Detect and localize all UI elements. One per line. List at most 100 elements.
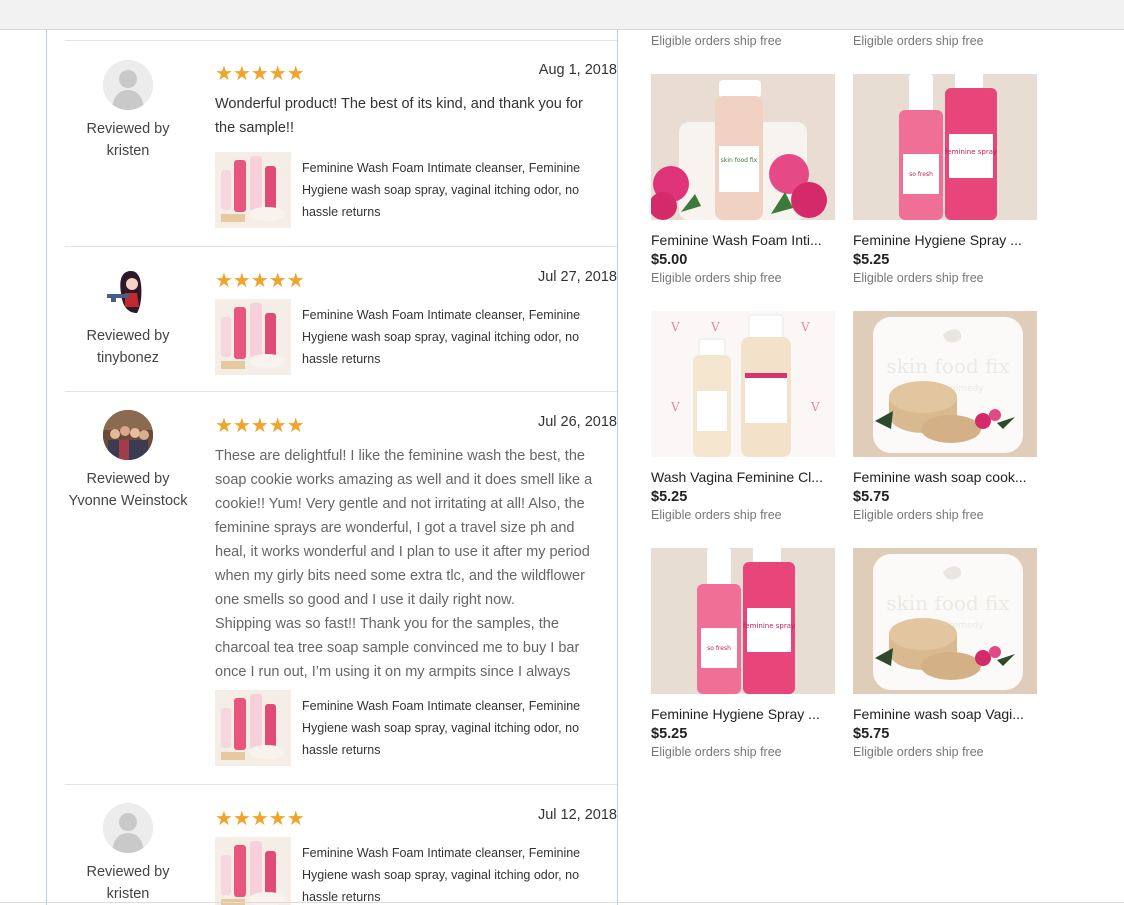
listing-thumbnail[interactable]: [215, 837, 291, 905]
product-image[interactable]: feminine spray so fresh: [651, 548, 835, 694]
review-date: Aug 1, 2018: [538, 62, 617, 78]
review-item: Reviewed by tinybonez ★★★★★ Jul 27, 2018…: [65, 247, 617, 392]
review-item: Reviewed by Yvonne Weinstock ★★★★★ Jul 2…: [65, 392, 617, 785]
review-text-line: These are delightful! I like the feminin…: [215, 448, 585, 464]
product-price: $5.75: [853, 726, 890, 742]
review-text-line: one smells so good and I use it daily ri…: [215, 592, 515, 608]
listing-thumbnail[interactable]: [215, 299, 291, 375]
review-text-line: once I run out, I’m using it on my armpi…: [215, 664, 571, 680]
reviewed-by-text: Reviewed by tinybonez: [65, 325, 191, 369]
divider: [65, 40, 617, 41]
product-image[interactable]: skin food fix natures remedy: [853, 548, 1037, 694]
shipping-note: Eligible orders ship free: [651, 745, 782, 759]
group-photo-avatar[interactable]: [103, 410, 153, 460]
product-price: $5.25: [651, 489, 688, 505]
review-item: Reviewed by kristen ★★★★★ Aug 1, 2018 Wo…: [65, 60, 617, 247]
product-card[interactable]: skin food fix natures remedy Feminine wa…: [853, 311, 1039, 522]
product-card[interactable]: skin food fix natures remedy Feminine wa…: [853, 548, 1039, 759]
review-date: Jul 27, 2018: [537, 269, 617, 285]
reviewed-by-text: Reviewed by Yvonne Weinstock: [65, 468, 191, 512]
browser-top-bar: [0, 0, 1124, 30]
listing-thumbnail[interactable]: [215, 690, 291, 766]
review-text-line: cookie!! Yum! Very gentle and not irrita…: [215, 496, 585, 512]
listing-title[interactable]: Feminine Wash Foam Intimate cleanser, Fe…: [302, 842, 602, 905]
review-text-line: charcoal tea tree soap sample convinced …: [215, 640, 580, 656]
reviewer-name[interactable]: kristen: [107, 886, 150, 902]
listing-title[interactable]: Feminine Wash Foam Intimate cleanser, Fe…: [302, 695, 602, 761]
shipping-note: Eligible orders ship free: [853, 745, 984, 759]
brand-label: skin food fix: [886, 354, 1010, 378]
review-text-line: heal, it works wonderful and I plan to u…: [215, 544, 590, 560]
review-text-line: when my girly bits need some extra tlc, …: [215, 568, 585, 584]
reviewed-by-text: Reviewed by kristen: [65, 118, 191, 162]
reviewed-by-text: Reviewed by kristen: [65, 861, 191, 905]
product-card[interactable]: V V V V V Wash Vagina Feminine Cl... $5.…: [651, 311, 837, 522]
more-products-grid: Eligible orders ship free Eligible order…: [650, 30, 1090, 905]
product-title[interactable]: Feminine Hygiene Spray ...: [853, 232, 1037, 248]
review-text-line: feminine sprays are wonderful, I got a t…: [215, 520, 575, 536]
star-rating: ★★★★★: [215, 415, 305, 437]
review-text: Wonderful product! The best of its kind,…: [215, 92, 615, 140]
star-rating: ★★★★★: [215, 808, 305, 830]
product-card[interactable]: feminine spray so fresh Feminine Hygiene…: [651, 548, 837, 759]
product-title[interactable]: Feminine wash soap cook...: [853, 469, 1037, 485]
reviewer: Reviewed by Yvonne Weinstock: [65, 410, 191, 512]
reviewer: Reviewed by tinybonez: [65, 267, 191, 369]
listing-thumbnail[interactable]: [215, 152, 291, 228]
default-avatar-icon[interactable]: [103, 60, 153, 110]
review-text-line: Shipping was so fast!! Thank you for the…: [215, 616, 559, 632]
reviewed-by-label: Reviewed by: [86, 864, 170, 880]
svg-text:V: V: [710, 320, 720, 334]
bottom-divider: [0, 902, 1124, 903]
brand-label: skin food fix: [886, 591, 1010, 615]
review-item: Reviewed by kristen ★★★★★ Jul 12, 2018 F…: [65, 785, 617, 905]
reviews-panel: Reviewed by kristen ★★★★★ Aug 1, 2018 Wo…: [46, 30, 618, 905]
product-price: $5.25: [853, 252, 890, 268]
product-card[interactable]: feminine spray so fresh Feminine Hygiene…: [853, 74, 1039, 285]
product-price: $5.25: [651, 726, 688, 742]
anime-character-avatar[interactable]: [103, 267, 153, 317]
star-rating: ★★★★★: [215, 63, 305, 85]
brand-label: feminine spray: [945, 148, 997, 156]
reviewer: Reviewed by kristen: [65, 60, 191, 162]
review-text-line: the sample!!: [215, 120, 294, 136]
reviewer-name[interactable]: tinybonez: [97, 350, 159, 366]
brand-label: so fresh: [707, 645, 731, 652]
star-rating: ★★★★★: [215, 270, 305, 292]
svg-text:V: V: [800, 320, 810, 334]
review-text-line: soap cookie works amazing as well and it…: [215, 472, 593, 488]
product-price: $5.75: [853, 489, 890, 505]
reviewed-listing[interactable]: Feminine Wash Foam Intimate cleanser, Fe…: [215, 690, 615, 768]
reviewer: Reviewed by kristen: [65, 803, 191, 905]
svg-text:V: V: [670, 320, 680, 334]
shipping-note: Eligible orders ship free: [651, 508, 782, 522]
shipping-note: Eligible orders ship free: [853, 271, 984, 285]
listing-title[interactable]: Feminine Wash Foam Intimate cleanser, Fe…: [302, 157, 602, 223]
reviewed-listing[interactable]: Feminine Wash Foam Intimate cleanser, Fe…: [215, 152, 615, 230]
brand-label: so fresh: [909, 171, 933, 178]
product-title[interactable]: Feminine Hygiene Spray ...: [651, 706, 835, 722]
product-image[interactable]: skin food fix natures remedy: [853, 311, 1037, 457]
reviewed-listing[interactable]: Feminine Wash Foam Intimate cleanser, Fe…: [215, 837, 615, 905]
review-text: These are delightful! I like the feminin…: [215, 444, 615, 684]
product-image[interactable]: skin food fix: [651, 74, 835, 220]
listing-title[interactable]: Feminine Wash Foam Intimate cleanser, Fe…: [302, 304, 602, 370]
review-date: Jul 12, 2018: [537, 807, 617, 823]
review-date: Jul 26, 2018: [537, 414, 617, 430]
shipping-note: Eligible orders ship free: [651, 271, 782, 285]
default-avatar-icon[interactable]: [103, 803, 153, 853]
reviewed-listing[interactable]: Feminine Wash Foam Intimate cleanser, Fe…: [215, 299, 615, 377]
reviewed-by-label: Reviewed by: [86, 471, 170, 487]
product-card[interactable]: skin food fix Feminine Wash Foam Inti...…: [651, 74, 837, 285]
product-title[interactable]: Feminine Wash Foam Inti...: [651, 232, 835, 248]
reviewer-name[interactable]: kristen: [107, 143, 150, 159]
brand-label: skin food fix: [721, 157, 758, 164]
product-image[interactable]: V V V V V: [651, 311, 835, 457]
svg-text:V: V: [670, 400, 680, 414]
reviewer-name[interactable]: Yvonne Weinstock: [68, 493, 187, 509]
product-title[interactable]: Wash Vagina Feminine Cl...: [651, 469, 835, 485]
shipping-note: Eligible orders ship free: [853, 508, 984, 522]
product-price: $5.00: [651, 252, 688, 268]
product-image[interactable]: feminine spray so fresh: [853, 74, 1037, 220]
product-title[interactable]: Feminine wash soap Vagi...: [853, 706, 1037, 722]
